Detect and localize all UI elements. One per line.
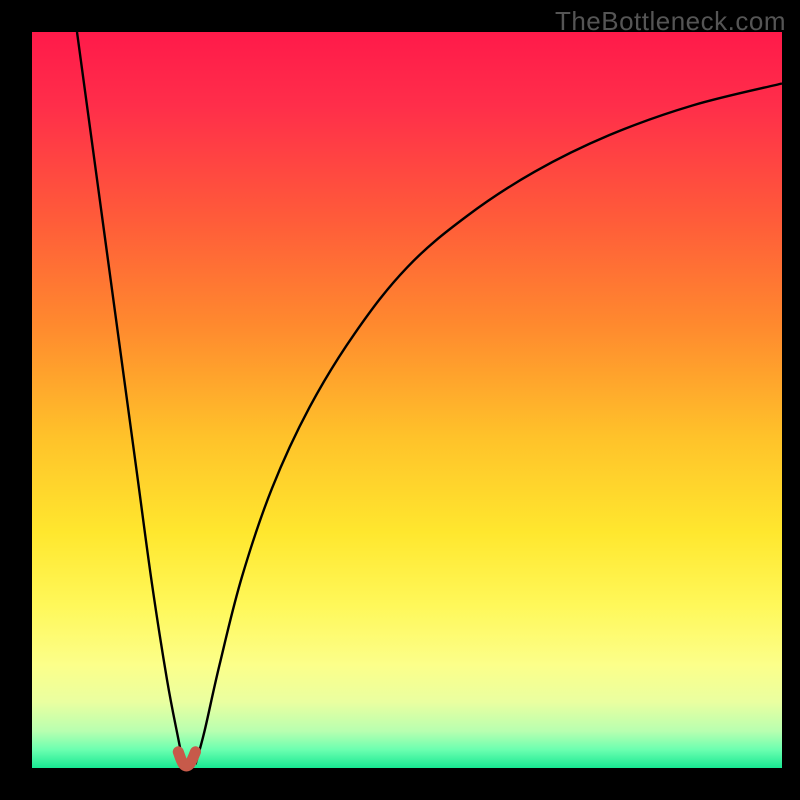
watermark-text: TheBottleneck.com — [555, 6, 786, 37]
plot-background — [32, 32, 782, 768]
bottleneck-chart — [0, 0, 800, 800]
chart-container: TheBottleneck.com — [0, 0, 800, 800]
